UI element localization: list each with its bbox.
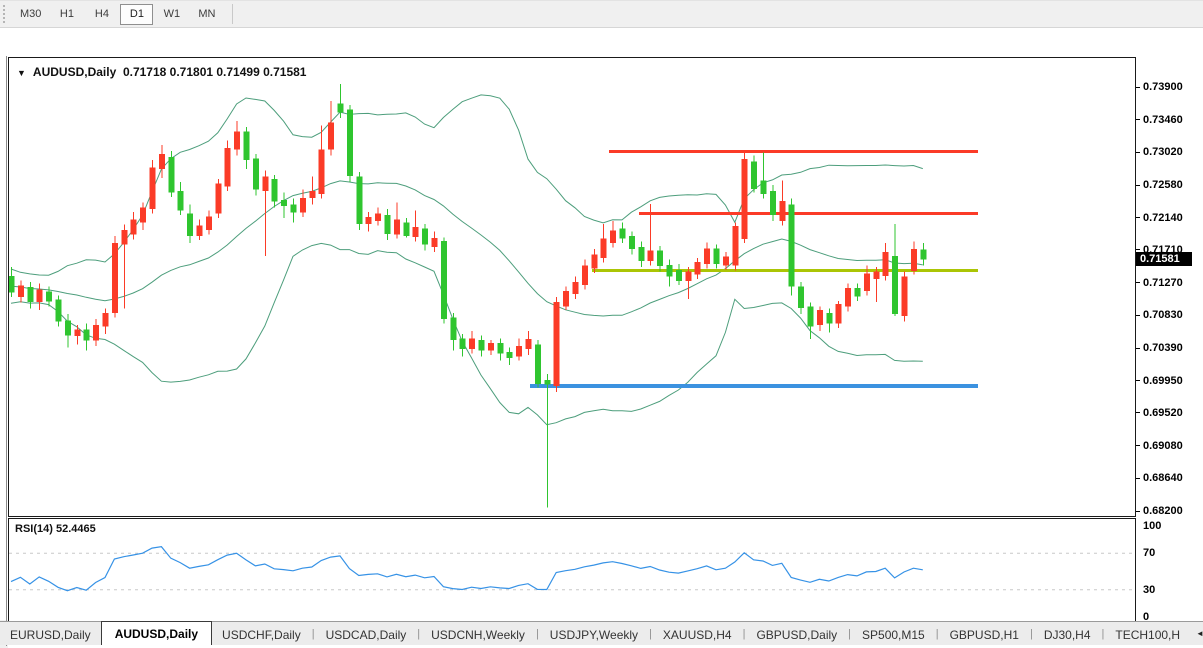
price-axis-tick <box>1136 282 1140 283</box>
chart-tab-sp500[interactable]: SP500,M15 <box>852 624 935 645</box>
price-axis-label: 0.70830 <box>1143 309 1183 321</box>
chart-tab-gbpusd[interactable]: GBPUSD,H1 <box>940 624 1029 645</box>
price-axis-tick <box>1136 478 1140 479</box>
rsi-axis-label: 30 <box>1143 584 1155 596</box>
price-axis-tick <box>1136 152 1140 153</box>
tab-scroll-left-icon[interactable]: ◄ <box>1190 629 1203 638</box>
timeframe-button-m30[interactable]: M30 <box>13 4 48 25</box>
price-axis-label: 0.72140 <box>1143 212 1183 224</box>
chart-tab-audusd[interactable]: AUDUSD,Daily <box>101 621 212 645</box>
chart-tab-bar: EURUSD,DailyAUDUSD,DailyUSDCHF,Daily|USD… <box>0 621 1203 645</box>
toolbar-separator <box>232 4 233 24</box>
toolbar-grip-handle[interactable] <box>3 5 6 23</box>
price-axis-label: 0.69520 <box>1143 407 1183 419</box>
price-chart-canvas[interactable] <box>9 58 1135 516</box>
price-axis[interactable]: 0.739000.734600.730200.725800.721400.717… <box>1136 57 1203 626</box>
price-axis-label: 0.73020 <box>1143 146 1183 158</box>
price-axis-tick <box>1136 380 1140 381</box>
price-axis-tick <box>1136 348 1140 349</box>
price-axis-label: 0.73900 <box>1143 81 1183 93</box>
rsi-axis-label: 70 <box>1143 547 1155 559</box>
price-axis-tick <box>1136 511 1140 512</box>
chart-tab-eurusd[interactable]: EURUSD,Daily <box>0 624 101 645</box>
chart-tab-usdjpy[interactable]: USDJPY,Weekly <box>540 624 648 645</box>
price-axis-label: 0.68640 <box>1143 472 1183 484</box>
window-left-edge <box>6 56 7 646</box>
timeframe-button-h4[interactable]: H4 <box>85 4 118 25</box>
rsi-label: RSI(14) 52.4465 <box>15 523 96 535</box>
price-axis-tick <box>1136 185 1140 186</box>
price-axis-tick <box>1136 217 1140 218</box>
price-axis-tick <box>1136 87 1140 88</box>
timeframe-buttons: M30H1H4D1W1MN <box>12 4 224 25</box>
timeframe-button-h1[interactable]: H1 <box>50 4 83 25</box>
current-price-tag: 0.71581 <box>1136 252 1192 266</box>
price-axis-tick <box>1136 315 1140 316</box>
price-axis-label: 0.73460 <box>1143 114 1183 126</box>
timeframe-button-mn[interactable]: MN <box>190 4 223 25</box>
price-axis-tick <box>1136 445 1140 446</box>
chart-workspace: ▼ AUDUSD,Daily 0.71718 0.71801 0.71499 0.… <box>0 28 1203 620</box>
price-axis-tick <box>1136 249 1140 250</box>
price-axis-tick <box>1136 412 1140 413</box>
chart-title: ▼ AUDUSD,Daily 0.71718 0.71801 0.71499 0.… <box>17 65 306 79</box>
chart-tab-dj30[interactable]: DJ30,H4 <box>1034 624 1101 645</box>
chart-tab-usdcad[interactable]: USDCAD,Daily <box>316 624 417 645</box>
chart-tab-gbpusd[interactable]: GBPUSD,Daily <box>746 624 847 645</box>
chart-tab-xauusd[interactable]: XAUUSD,H4 <box>653 624 742 645</box>
price-axis-label: 0.70390 <box>1143 342 1183 354</box>
timeframe-button-w1[interactable]: W1 <box>155 4 188 25</box>
price-axis-label: 0.69080 <box>1143 440 1183 452</box>
timeframe-button-d1[interactable]: D1 <box>120 4 153 25</box>
price-axis-label: 0.69950 <box>1143 375 1183 387</box>
chart-tab-usdcnh[interactable]: USDCNH,Weekly <box>421 624 535 645</box>
bollinger-upper-band <box>11 95 923 275</box>
rsi-chart-canvas[interactable] <box>9 519 1135 625</box>
chart-tab-usdchf[interactable]: USDCHF,Daily <box>212 624 311 645</box>
main-chart-panel[interactable]: ▼ AUDUSD,Daily 0.71718 0.71801 0.71499 0.… <box>8 57 1136 517</box>
rsi-axis-label: 100 <box>1143 520 1161 532</box>
candles-group <box>9 84 926 507</box>
timeframe-toolbar: M30H1H4D1W1MN <box>0 0 1203 28</box>
price-axis-label: 0.68200 <box>1143 505 1183 517</box>
price-axis-label: 0.72580 <box>1143 179 1183 191</box>
price-axis-tick <box>1136 119 1140 120</box>
price-axis-label: 0.71270 <box>1143 277 1183 289</box>
rsi-indicator-panel[interactable]: RSI(14) 52.4465 <box>8 518 1136 626</box>
chart-ohlc-values: 0.71718 0.71801 0.71499 0.71581 <box>123 65 307 79</box>
chart-tab-tech100[interactable]: TECH100,H <box>1105 624 1190 645</box>
chart-dropdown-icon[interactable]: ▼ <box>17 68 26 78</box>
chart-symbol-label: AUDUSD,Daily <box>33 65 116 79</box>
